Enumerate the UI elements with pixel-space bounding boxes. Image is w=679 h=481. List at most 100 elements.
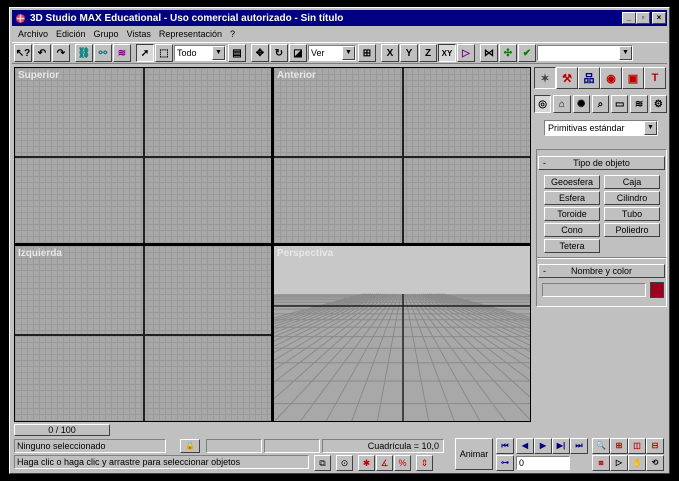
sphere-button[interactable]: Esfera (544, 191, 600, 205)
viewport-label-left[interactable]: Izquierda (18, 248, 62, 259)
key-mode-button[interactable]: ⊶ (496, 455, 514, 471)
object-color-swatch[interactable] (650, 282, 664, 298)
viewport-front[interactable]: Anterior (273, 67, 531, 244)
viewport-label-front[interactable]: Anterior (277, 70, 316, 81)
array-button[interactable]: ✣ (499, 44, 517, 62)
geosphere-button[interactable]: Geoesfera (544, 175, 600, 189)
zoom-time-button[interactable]: ⧉ (314, 455, 331, 471)
play-button[interactable]: ▶ (534, 438, 552, 454)
axis-xy-button[interactable]: XY (438, 44, 456, 62)
zoom-all-button[interactable]: ⊞ (610, 438, 628, 454)
menu-edicion[interactable]: Edición (52, 29, 90, 39)
reference-coord-value: Ver (311, 48, 325, 58)
tab-display[interactable]: ▣ (622, 67, 644, 89)
tab-hierarchy[interactable]: 品 (578, 67, 600, 89)
percent-snap-button[interactable]: % (394, 455, 411, 471)
minimize-button[interactable]: _ (622, 12, 636, 24)
cone-button[interactable]: Cono (544, 223, 600, 237)
arc-rotate-button[interactable]: ⟲ (646, 455, 664, 471)
spinner-snap-button[interactable]: ⇕ (416, 455, 433, 471)
snap-button[interactable]: ⊙ (336, 455, 353, 471)
tab-motion[interactable]: ◉ (600, 67, 622, 89)
mirror-button[interactable]: ⋈ (480, 44, 498, 62)
cylinder-button[interactable]: Cilindro (604, 191, 660, 205)
region-select-button[interactable]: ⬚ (155, 44, 173, 62)
window-title: 3D Studio MAX Educational - Uso comercia… (30, 12, 344, 24)
helpers-icon: ▭ (615, 98, 625, 110)
current-frame-field[interactable]: 0 (516, 456, 570, 470)
redo-button[interactable]: ↷ (52, 44, 70, 62)
previous-frame-button[interactable]: ◀ (516, 438, 534, 454)
hedra-button[interactable]: Poliedro (604, 223, 660, 237)
reference-coord-dropdown[interactable]: Ver ▼ (308, 45, 356, 61)
select-by-name-button[interactable]: ▤ (228, 44, 246, 62)
chevron-down-icon: ▼ (212, 46, 225, 60)
next-frame-button[interactable]: ▶| (552, 438, 570, 454)
object-type-header[interactable]: - Tipo de objeto (538, 156, 665, 170)
menu-help[interactable]: ? (226, 29, 239, 39)
animate-button[interactable]: Animar (455, 438, 493, 470)
viewport-top[interactable]: Superior (14, 67, 272, 244)
zoom-extents-all-button[interactable]: ⊟ (646, 438, 664, 454)
create-icon: ✶ (540, 72, 550, 85)
pivot-center-button[interactable]: ⊞ (358, 44, 376, 62)
named-selection-dropdown[interactable]: ▼ (537, 45, 633, 61)
helpers-button[interactable]: ▭ (611, 95, 629, 113)
close-button[interactable]: × (652, 12, 666, 24)
rotate-button[interactable]: ↻ (270, 44, 288, 62)
pan-hand-icon: ✋ (632, 458, 642, 467)
zoom-extents-icon: ◫ (633, 441, 641, 450)
systems-button[interactable]: ⚙ (649, 95, 667, 113)
menu-archivo[interactable]: Archivo (14, 29, 52, 39)
axis-x-button[interactable]: X (381, 44, 399, 62)
primitive-category-dropdown[interactable]: Primitivas estándar ▼ (544, 120, 658, 136)
viewport-label-perspective[interactable]: Perspectiva (277, 248, 333, 259)
select-object-button[interactable]: ➚ (136, 44, 154, 62)
time-track[interactable] (110, 424, 531, 436)
zoom-button[interactable]: 🔍 (592, 438, 610, 454)
go-to-end-button[interactable]: ⏭ (570, 438, 588, 454)
go-to-start-button[interactable]: ⏮ (496, 438, 514, 454)
tab-create[interactable]: ✶ (534, 67, 556, 89)
lock-selection-button[interactable]: 🔒 (180, 439, 200, 453)
pan-button[interactable]: ✋ (628, 455, 646, 471)
viewport-left[interactable]: Izquierda (14, 245, 272, 422)
grid-snap-button[interactable]: ✱ (358, 455, 375, 471)
move-button[interactable]: ✥ (251, 44, 269, 62)
scale-button[interactable]: ◪ (289, 44, 307, 62)
tube-button[interactable]: Tubo (604, 207, 660, 221)
selection-filter-dropdown[interactable]: Todo ▼ (174, 45, 226, 61)
space-warps-button[interactable]: ≋ (630, 95, 648, 113)
unlink-button[interactable]: ⚯ (94, 44, 112, 62)
maximize-button[interactable]: ▫ (636, 12, 650, 24)
tab-utilities[interactable]: T (644, 67, 666, 89)
angle-snap-button[interactable]: ∡ (376, 455, 393, 471)
zoom-extents-button[interactable]: ◫ (628, 438, 646, 454)
time-slider[interactable]: 0 / 100 (14, 424, 110, 436)
menu-vistas[interactable]: Vistas (123, 29, 155, 39)
axis-z-button[interactable]: Z (419, 44, 437, 62)
box-button[interactable]: Caja (604, 175, 660, 189)
menu-representacion[interactable]: Representación (155, 29, 226, 39)
torus-button[interactable]: Toroide (544, 207, 600, 221)
tab-modify[interactable]: ⚒ (556, 67, 578, 89)
inverse-kinematics-button[interactable]: ▷ (457, 44, 475, 62)
geometry-button[interactable]: ◎ (534, 95, 552, 113)
help-pointer-button[interactable]: ↖? (14, 44, 32, 62)
name-color-header[interactable]: - Nombre y color (538, 264, 665, 278)
menu-grupo[interactable]: Grupo (90, 29, 123, 39)
shapes-button[interactable]: ⌂ (553, 95, 571, 113)
align-button[interactable]: ✔ (518, 44, 536, 62)
link-button[interactable]: ⛓ (75, 44, 93, 62)
field-of-view-button[interactable]: ▷ (610, 455, 628, 471)
time-config-button[interactable]: ⧈ (592, 455, 610, 471)
object-name-field[interactable] (542, 283, 646, 297)
cameras-button[interactable]: ⌕ (591, 95, 610, 113)
viewport-perspective[interactable]: Perspectiva (273, 245, 531, 422)
undo-button[interactable]: ↶ (33, 44, 51, 62)
axis-y-button[interactable]: Y (400, 44, 418, 62)
viewport-label-top[interactable]: Superior (18, 70, 59, 81)
bind-space-warp-button[interactable]: ≋ (113, 44, 131, 62)
lights-button[interactable]: ✺ (572, 95, 590, 113)
teapot-button[interactable]: Tetera (544, 239, 600, 253)
